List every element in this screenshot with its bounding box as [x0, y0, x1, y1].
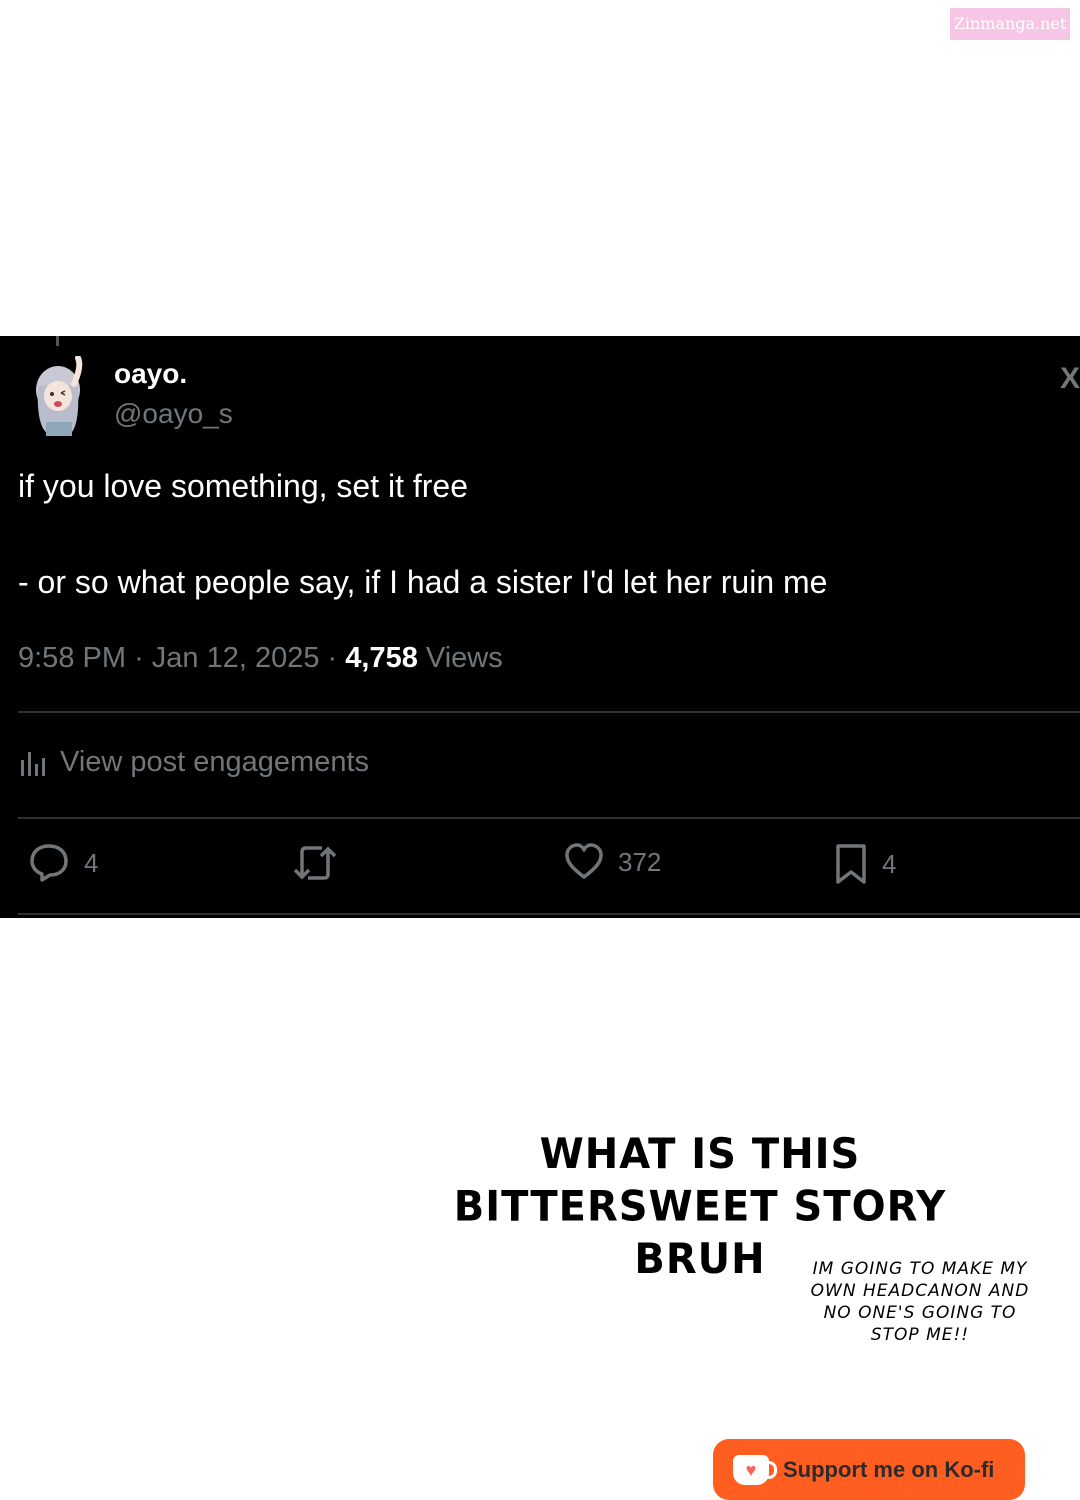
- view-engagements-link[interactable]: View post engagements: [18, 746, 369, 779]
- bookmark-icon: [836, 844, 866, 884]
- tweet-text-line-1: if you love something, set it free: [18, 468, 468, 504]
- heart-icon: [565, 843, 603, 879]
- reply-icon: [30, 844, 68, 882]
- like-count: 372: [618, 846, 662, 877]
- tweet-text-line-2: - or so what people say, if I had a sist…: [18, 564, 828, 600]
- views-count: 4,758: [345, 642, 418, 674]
- avatar: [30, 356, 92, 436]
- tweet-meta: 9:58 PM · Jan 12, 2025 · 4,758 Views: [18, 642, 503, 675]
- thread-line: [56, 336, 59, 346]
- display-name[interactable]: oayo.: [114, 358, 187, 390]
- analytics-icon: [21, 751, 45, 776]
- divider: [18, 711, 1080, 713]
- views-label: Views: [425, 642, 503, 674]
- bookmark-count: 4: [882, 848, 897, 879]
- retweet-icon: [293, 846, 337, 880]
- kofi-label: Support me on Ko-fi: [783, 1456, 995, 1482]
- like-button[interactable]: 372: [564, 842, 661, 882]
- divider: [18, 817, 1080, 819]
- engagements-label: View post engagements: [60, 746, 370, 778]
- watermark-badge: Zinmanga.net: [950, 8, 1070, 40]
- tweet-time[interactable]: 9:58 PM: [18, 642, 126, 674]
- tweet-date[interactable]: Jan 12, 2025: [152, 642, 320, 674]
- bookmark-button[interactable]: 4: [834, 842, 896, 886]
- user-handle[interactable]: @oayo_s: [114, 398, 233, 430]
- reply-count: 4: [84, 847, 99, 878]
- kofi-cup-icon: ♥: [733, 1454, 777, 1485]
- meta-separator: ·: [327, 642, 346, 674]
- retweet-button[interactable]: [292, 842, 352, 884]
- divider: [18, 913, 1080, 915]
- meta-separator: ·: [134, 642, 152, 674]
- manga-caption-small: IM GOING TO MAKE MY OWN HEADCANON AND NO…: [810, 1259, 1030, 1345]
- reply-button[interactable]: 4: [28, 842, 98, 884]
- x-logo-icon: X: [1060, 362, 1080, 395]
- kofi-support-button[interactable]: ♥ Support me on Ko-fi: [713, 1439, 1025, 1500]
